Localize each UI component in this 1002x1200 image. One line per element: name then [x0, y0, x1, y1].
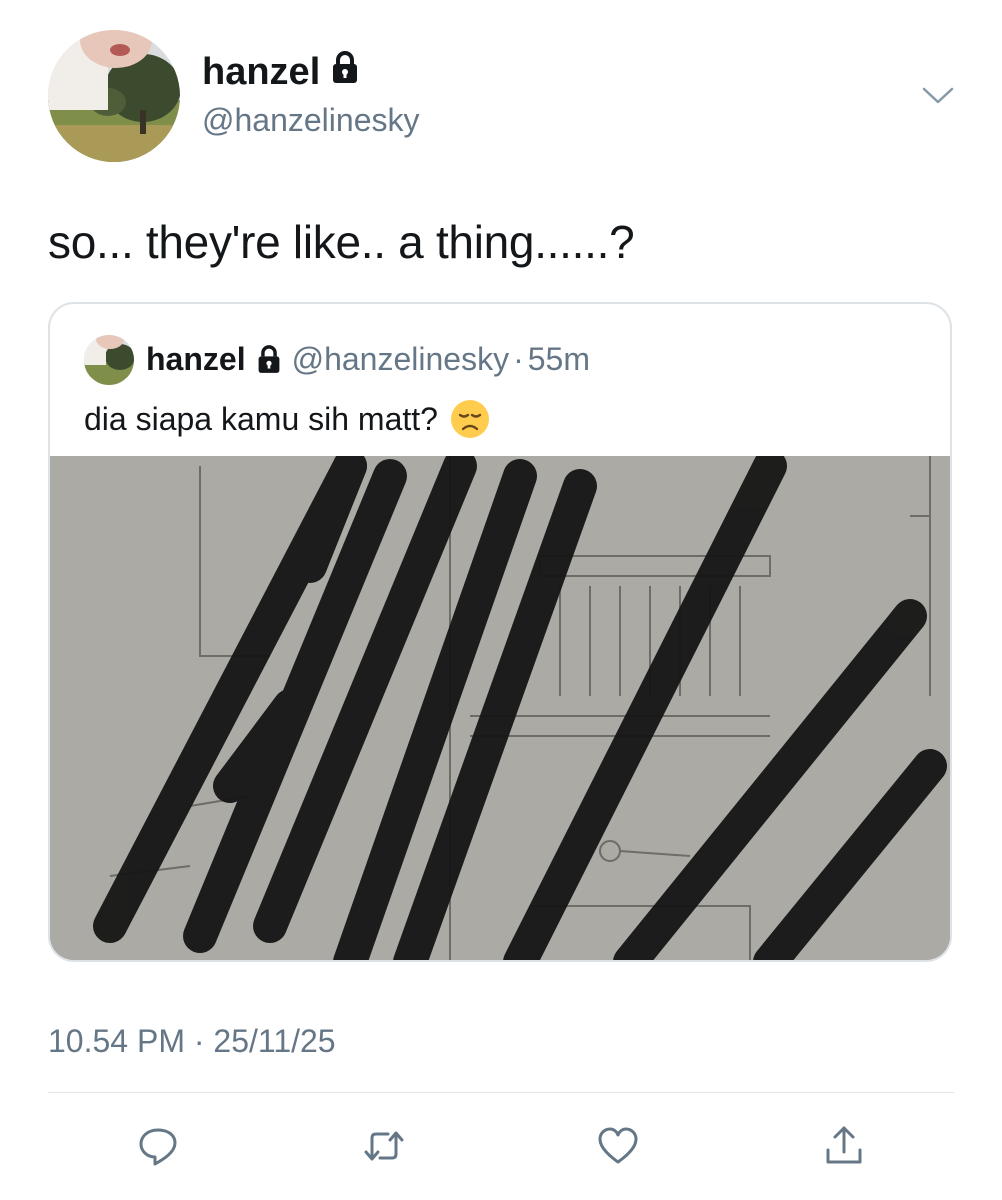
author-display-name[interactable]: hanzel [202, 48, 360, 96]
quoted-author-avatar [84, 335, 134, 385]
quoted-author-handle: @hanzelinesky [291, 340, 510, 377]
quoted-author-name: hanzel [146, 340, 246, 377]
divider [48, 1092, 954, 1093]
quoted-tweet-card[interactable]: hanzel @hanzelinesky · 55m dia siapa kam… [48, 302, 952, 962]
reply-button[interactable] [130, 1118, 186, 1174]
reply-icon [139, 1128, 177, 1166]
chevron-down-icon[interactable] [918, 80, 958, 110]
tweet-timestamp[interactable]: 10.54 PM · 25/11/25 [48, 1018, 336, 1064]
disappointed-face-emoji-icon [450, 399, 490, 439]
heart-icon [598, 1127, 638, 1164]
quoted-tweet-time: 55m [527, 340, 590, 377]
lock-icon [256, 344, 282, 374]
tweet-date: 25/11/25 [213, 1023, 336, 1059]
author-name-text: hanzel [202, 51, 321, 93]
retweet-icon [364, 1131, 404, 1161]
separator-dot: · [513, 340, 524, 377]
like-button[interactable] [590, 1118, 646, 1174]
tweet-text: so... they're like.. a thing......? [48, 216, 635, 268]
quoted-tweet-image[interactable] [50, 456, 950, 960]
tweet-time: 10.54 PM [48, 1023, 185, 1059]
author-handle[interactable]: @hanzelinesky [202, 98, 419, 142]
lock-icon [330, 48, 360, 96]
quoted-tweet-text-row: dia siapa kamu sih matt? [84, 396, 490, 442]
retweet-button[interactable] [356, 1118, 412, 1174]
quoted-tweet-text: dia siapa kamu sih matt? [84, 401, 438, 437]
share-icon [826, 1126, 862, 1164]
author-avatar[interactable] [48, 30, 180, 162]
share-button[interactable] [816, 1118, 872, 1174]
timestamp-separator: · [193, 1023, 205, 1059]
quoted-tweet-header: hanzel @hanzelinesky · 55m [146, 334, 590, 384]
